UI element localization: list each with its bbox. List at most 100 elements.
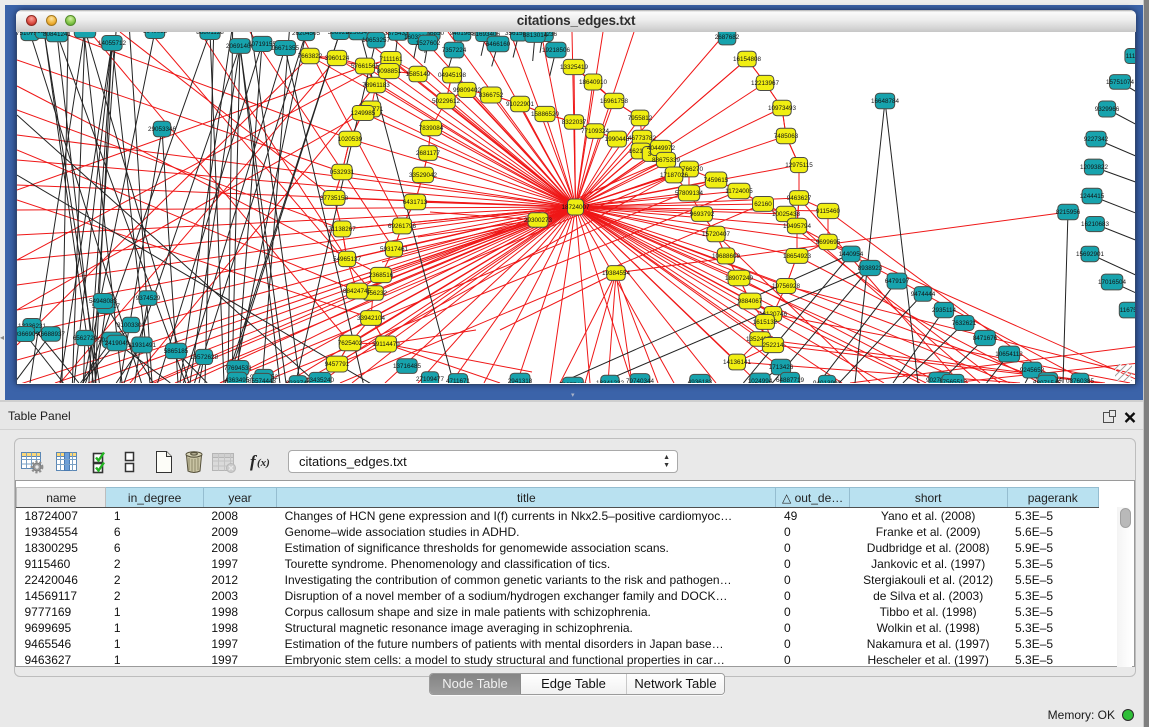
svg-text:7357224: 7357224	[442, 47, 467, 54]
svg-text:13341232: 13341232	[596, 380, 625, 383]
svg-text:1244415: 1244415	[1080, 193, 1105, 200]
svg-text:0532931: 0532931	[330, 169, 355, 176]
svg-text:18724007: 18724007	[561, 204, 590, 211]
svg-text:31003309: 31003309	[117, 322, 146, 329]
svg-text:18907249: 18907249	[725, 275, 754, 282]
svg-text:15720407: 15720407	[702, 231, 731, 238]
svg-text:6479197: 6479197	[885, 278, 910, 285]
svg-text:54948083: 54948083	[89, 298, 118, 305]
svg-text:2419049: 2419049	[105, 340, 130, 347]
svg-text:86801128: 86801128	[196, 32, 224, 36]
svg-text:29053346: 29053346	[148, 126, 177, 133]
svg-text:1440954: 1440954	[839, 251, 864, 258]
svg-text:1527602: 1527602	[416, 40, 441, 47]
svg-text:40449972: 40449972	[647, 145, 676, 152]
svg-text:9227342: 9227342	[1084, 136, 1109, 143]
svg-text:15751074: 15751074	[1106, 79, 1135, 86]
svg-text:2687682: 2687682	[715, 34, 740, 41]
svg-text:7459615: 7459615	[704, 177, 729, 184]
svg-text:69261796: 69261796	[388, 223, 417, 230]
svg-text:77109324: 77109324	[581, 128, 610, 135]
svg-text:1713426: 1713426	[769, 364, 794, 371]
svg-text:6466160: 6466160	[486, 41, 511, 48]
svg-text:33529042: 33529042	[409, 172, 438, 179]
svg-text:18640910: 18640910	[579, 79, 608, 86]
svg-text:91022901: 91022901	[506, 101, 535, 108]
svg-text:15692901: 15692901	[1076, 251, 1105, 258]
svg-text:19218506: 19218506	[542, 47, 571, 54]
svg-text:26204505: 26204505	[292, 32, 321, 37]
svg-text:8215956: 8215956	[1056, 209, 1081, 216]
svg-text:88424745: 88424745	[343, 288, 372, 295]
svg-text:252214: 252214	[762, 342, 784, 349]
svg-text:38677496: 38677496	[559, 382, 588, 383]
svg-text:29300273: 29300273	[524, 217, 553, 224]
svg-text:16671355: 16671355	[271, 45, 300, 52]
svg-text:1249985: 1249985	[351, 110, 376, 117]
svg-text:7955812: 7955812	[628, 115, 653, 122]
svg-text:16210683: 16210683	[1081, 221, 1110, 228]
svg-text:46688937: 46688937	[37, 331, 66, 338]
svg-text:16154808: 16154808	[733, 56, 762, 63]
svg-text:08760385: 08760385	[1066, 378, 1095, 383]
svg-text:15886520: 15886520	[531, 111, 560, 118]
svg-text:9474444: 9474444	[911, 291, 936, 298]
svg-text:12975115: 12975115	[785, 162, 813, 169]
svg-text:17565512: 17565512	[939, 379, 968, 383]
svg-text:9457791: 9457791	[325, 361, 350, 368]
svg-text:27109477: 27109477	[416, 376, 445, 383]
svg-text:50229612: 50229612	[432, 98, 461, 105]
svg-text:19756928: 19756928	[772, 283, 801, 290]
svg-text:54965137: 54965137	[333, 256, 362, 263]
svg-text:8098851: 8098851	[377, 68, 402, 75]
svg-text:9463627: 9463627	[787, 195, 812, 202]
svg-text:19384554: 19384554	[602, 270, 631, 277]
svg-text:10688609: 10688609	[712, 253, 741, 260]
svg-text:85574443: 85574443	[248, 378, 277, 383]
svg-text:71138267: 71138267	[328, 226, 356, 233]
svg-text:78961183: 78961183	[362, 82, 390, 89]
svg-text:19114479: 19114479	[372, 341, 400, 348]
svg-text:1615132: 1615132	[753, 319, 778, 326]
svg-text:9329966: 9329966	[1095, 106, 1120, 113]
svg-text:10973493: 10973493	[768, 105, 797, 112]
svg-text:13325419: 13325419	[560, 64, 589, 71]
svg-text:6562729: 6562729	[73, 335, 98, 342]
svg-text:64887719: 64887719	[776, 377, 805, 383]
svg-text:57661565: 57661565	[351, 63, 380, 70]
svg-text:77694531: 77694531	[224, 365, 253, 372]
svg-text:10654112: 10654112	[995, 351, 1023, 358]
svg-text:8471676: 8471676	[973, 335, 998, 342]
svg-text:8813014: 8813014	[523, 32, 548, 39]
svg-text:12213967: 12213967	[751, 80, 780, 87]
svg-text:16648784: 16648784	[871, 98, 900, 105]
svg-text:18654923: 18654923	[783, 253, 812, 260]
svg-text:04945198: 04945198	[438, 72, 467, 79]
svg-text:1640052: 1640052	[143, 32, 168, 35]
svg-text:62160: 62160	[754, 201, 772, 208]
svg-text:6431713: 6431713	[403, 199, 428, 206]
svg-text:13716485: 13716485	[393, 363, 422, 370]
svg-text:(x): (x)	[257, 457, 270, 469]
svg-text:16572628: 16572628	[190, 354, 219, 361]
svg-text:9884067: 9884067	[738, 298, 763, 305]
svg-text:11724005: 11724005	[725, 188, 753, 195]
svg-text:10653257: 10653257	[362, 37, 391, 44]
svg-text:1990448: 1990448	[605, 136, 630, 143]
svg-text:1585149: 1585149	[406, 71, 431, 78]
svg-text:8366752: 8366752	[479, 92, 504, 99]
svg-text:7625402: 7625402	[338, 340, 363, 347]
svg-text:99809402: 99809402	[453, 87, 482, 94]
svg-text:11124: 11124	[1126, 53, 1135, 60]
svg-text:68071545: 68071545	[1033, 380, 1062, 383]
svg-text:17016504: 17016504	[1098, 279, 1127, 286]
svg-text:9374529: 9374529	[136, 295, 161, 302]
svg-text:1020539: 1020539	[338, 136, 363, 143]
svg-text:2681177: 2681177	[416, 150, 441, 157]
svg-text:80841241: 80841241	[43, 32, 72, 38]
svg-text:9693792: 9693792	[690, 211, 715, 218]
svg-text:5865185: 5865185	[164, 348, 189, 355]
svg-text:2368516: 2368516	[369, 272, 394, 279]
svg-text:4493534: 4493534	[73, 32, 98, 34]
svg-text:7632621: 7632621	[952, 320, 977, 327]
